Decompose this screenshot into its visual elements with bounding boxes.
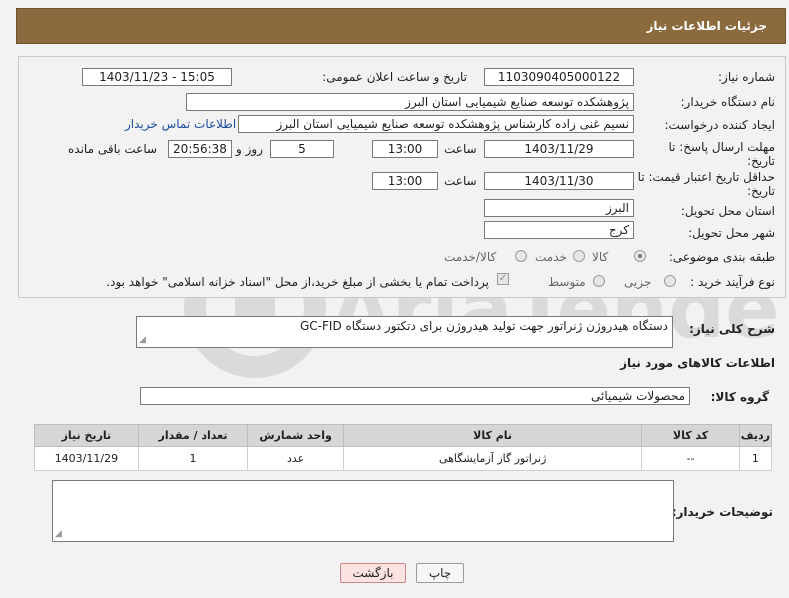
category-option-service: خدمت xyxy=(535,250,567,264)
validity-label: حداقل تاریخ اعتبار قیمت: تا xyxy=(637,170,775,184)
deadline-time-field: 13:00 xyxy=(372,140,438,158)
col-unit: واحد شمارش xyxy=(247,424,344,447)
creator-field: نسیم غنی زاده کارشناس پژوهشکده توسعه صنا… xyxy=(238,115,634,133)
cell-code: -- xyxy=(641,446,740,471)
buyer-org-label: نام دستگاه خریدار: xyxy=(680,95,776,109)
buyer-contact-link[interactable]: اطلاعات تماس خریدار xyxy=(125,117,236,131)
table-row: 1 -- ژنراتور گاز آزمایشگاهی عدد 1 1403/1… xyxy=(34,446,773,471)
col-date: تاریخ نیاز xyxy=(34,424,139,447)
cell-row: 1 xyxy=(738,446,773,471)
buyer-notes-label: توضیحات خریدار: xyxy=(671,505,773,519)
validity-time-label: ساعت xyxy=(444,174,477,188)
category-label: طبقه بندی موضوعی: xyxy=(668,250,775,264)
announce-field: 1403/11/23 - 15:05 xyxy=(82,68,232,86)
need-number-label: شماره نیاز: xyxy=(718,70,775,84)
category-option-goods: کالا xyxy=(592,250,609,264)
col-code: کد کالا xyxy=(641,424,740,447)
goods-group-field: محصولات شیمیائی xyxy=(140,387,690,405)
process-option-medium: متوسط xyxy=(548,275,586,289)
announce-label: تاریخ و ساعت اعلان عمومی: xyxy=(322,70,467,84)
goods-section-title: اطلاعات کالاهای مورد نیاز xyxy=(620,356,775,370)
category-radio-service[interactable] xyxy=(573,250,585,262)
category-option-goods-service: کالا/خدمت xyxy=(444,250,497,264)
category-radio-goods-service[interactable] xyxy=(515,250,527,262)
validity-date-label: تاریخ: xyxy=(747,184,775,198)
cell-date: 1403/11/29 xyxy=(34,446,139,471)
goods-table-header: ردیف کد کالا نام کالا واحد شمارش تعداد /… xyxy=(34,424,773,447)
cell-name: ژنراتور گاز آزمایشگاهی xyxy=(342,446,643,471)
back-button[interactable]: بازگشت xyxy=(340,563,406,583)
buyer-notes-field: ◢ xyxy=(52,480,674,542)
deadline-time-label: ساعت xyxy=(444,142,477,156)
remaining-time-field: 20:56:38 xyxy=(168,140,232,158)
goods-table: ردیف کد کالا نام کالا واحد شمارش تعداد /… xyxy=(34,424,773,471)
deadline-date-label: تاریخ: xyxy=(747,154,775,168)
province-label: استان محل تحویل: xyxy=(680,204,775,218)
creator-label: ایجاد کننده درخواست: xyxy=(664,118,775,132)
process-label: نوع فرآیند خرید : xyxy=(690,275,775,289)
print-button[interactable]: چاپ xyxy=(416,563,464,583)
days-field: 5 xyxy=(270,140,334,158)
cell-unit: عدد xyxy=(247,446,344,471)
description-text: دستگاه هیدروژن ژنراتور جهت تولید هیدروژن… xyxy=(300,319,668,333)
payment-note: پرداخت تمام یا بخشی از مبلغ خرید،از محل … xyxy=(106,275,489,289)
description-field: دستگاه هیدروژن ژنراتور جهت تولید هیدروژن… xyxy=(136,316,673,348)
page-title: جزئیات اطلاعات نیاز xyxy=(646,19,767,33)
page-header: جزئیات اطلاعات نیاز xyxy=(16,8,786,44)
col-quantity: تعداد / مقدار xyxy=(137,424,249,447)
description-label: شرح کلی نیاز: xyxy=(689,322,775,336)
buyer-org-field: پژوهشکده توسعه صنایع شیمیایی استان البرز xyxy=(186,93,634,111)
remaining-label: ساعت باقی مانده xyxy=(68,142,158,156)
cell-quantity: 1 xyxy=(137,446,249,471)
validity-date-field: 1403/11/30 xyxy=(484,172,634,190)
col-row: ردیف xyxy=(738,424,773,447)
payment-checkbox[interactable]: ✓ xyxy=(497,273,509,285)
validity-time-field: 13:00 xyxy=(372,172,438,190)
process-radio-minor[interactable] xyxy=(664,275,676,287)
days-label: روز و xyxy=(236,142,263,156)
deadline-label: مهلت ارسال پاسخ: تا xyxy=(668,140,775,154)
need-number-field: 1103090405000122 xyxy=(484,68,634,86)
process-option-minor: جزیی xyxy=(624,275,652,289)
category-radio-goods[interactable] xyxy=(634,250,646,262)
notes-resize-handle-icon[interactable]: ◢ xyxy=(55,529,65,539)
process-radio-medium[interactable] xyxy=(593,275,605,287)
city-label: شهر محل تحویل: xyxy=(688,226,775,240)
city-field: کرج xyxy=(484,221,634,239)
col-name: نام کالا xyxy=(342,424,643,447)
resize-handle-icon[interactable]: ◢ xyxy=(139,335,149,345)
goods-group-label: گروه کالا: xyxy=(710,390,769,404)
province-field: البرز xyxy=(484,199,634,217)
deadline-date-field: 1403/11/29 xyxy=(484,140,634,158)
